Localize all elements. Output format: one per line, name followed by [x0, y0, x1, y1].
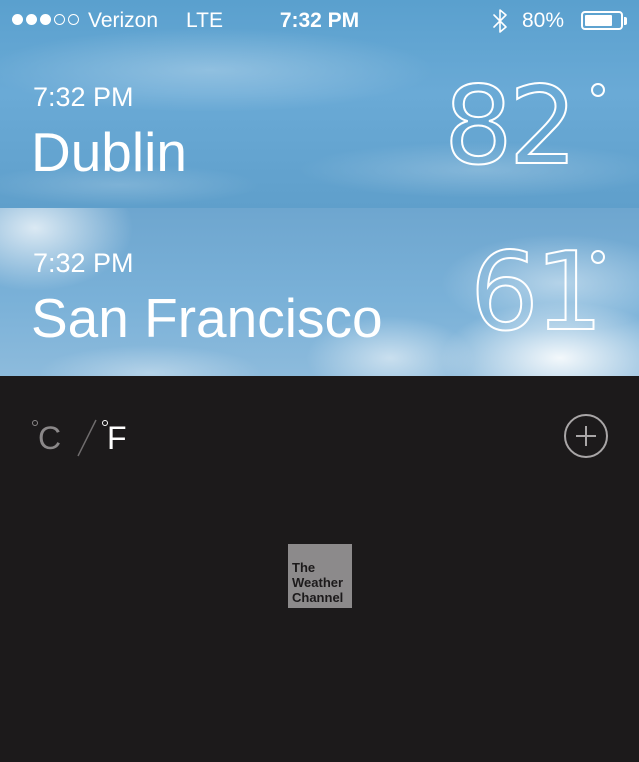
- battery-fill: [585, 15, 613, 26]
- city-temperature: 61: [469, 229, 604, 356]
- city-local-time: 7:32 PM: [33, 248, 134, 278]
- bottom-panel: C F The Weather Channel: [0, 376, 639, 762]
- logo-line: Channel: [292, 590, 344, 605]
- plus-circle-icon[interactable]: [564, 414, 608, 458]
- fahrenheit-option[interactable]: F: [107, 420, 127, 457]
- degree-icon: [591, 250, 605, 264]
- city-card-san-francisco[interactable]: 7:32 PM San Francisco 61: [0, 208, 639, 376]
- city-name: Dublin: [31, 121, 187, 183]
- logo-line: Weather: [292, 575, 344, 590]
- city-name: San Francisco: [31, 287, 383, 349]
- city-local-time: 7:32 PM: [33, 82, 134, 112]
- slash-divider: [77, 419, 97, 457]
- weather-channel-logo[interactable]: The Weather Channel: [288, 544, 352, 608]
- celsius-option[interactable]: C: [38, 420, 61, 457]
- battery-tip: [624, 17, 627, 25]
- weather-screen: Verizon LTE 7:32 PM 80% 7:32 PM Dublin 8…: [0, 0, 639, 762]
- bluetooth-icon: [493, 9, 507, 33]
- battery-icon: [581, 11, 623, 30]
- degree-icon: [591, 83, 605, 97]
- city-temperature: 82: [443, 63, 578, 190]
- logo-line: The: [292, 560, 316, 575]
- battery-percent: 80%: [522, 9, 565, 32]
- status-bar: Verizon LTE 7:32 PM 80%: [0, 0, 639, 42]
